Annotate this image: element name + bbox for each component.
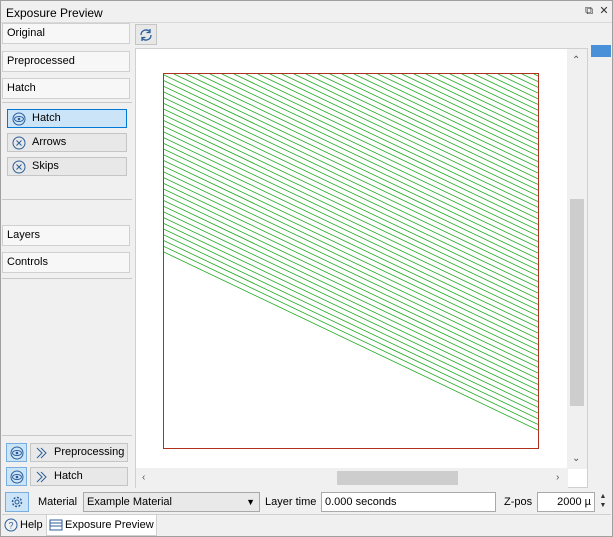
circle-x-icon (12, 136, 26, 150)
eye-icon (12, 112, 26, 126)
material-label: Material (38, 496, 78, 508)
spin-up-icon[interactable]: ▲ (596, 492, 610, 501)
hatch-layer-button[interactable]: Hatch (30, 467, 128, 486)
hatch-line (437, 74, 538, 123)
status-bar: Material Example Material ▼ Layer time 0… (2, 490, 611, 514)
divider (2, 435, 132, 436)
close-icon[interactable]: ✕ (597, 4, 611, 18)
circle-x-icon (12, 160, 26, 174)
tab-exposure-preview[interactable]: Exposure Preview (46, 515, 157, 536)
hatch-line (509, 74, 538, 88)
zpos-field[interactable]: 2000 µ (537, 492, 595, 512)
tab-exposure-preview-label: Exposure Preview (65, 519, 154, 531)
list-icon (49, 519, 63, 531)
eye-icon (10, 470, 24, 484)
arrows-toggle-button[interactable]: Arrows (7, 133, 127, 152)
refresh-button[interactable] (135, 24, 157, 45)
hatch-line (533, 74, 538, 77)
preprocessing-label: Preprocessing (54, 446, 125, 458)
tab-help-label: Help (20, 519, 43, 531)
scroll-left-icon[interactable]: ‹ (142, 472, 145, 484)
skips-toggle-button[interactable]: Skips (7, 157, 127, 176)
window-title: Exposure Preview (6, 6, 103, 20)
hatch-toggle-button[interactable]: Hatch (7, 109, 127, 128)
outer-scroll-thumb[interactable] (591, 45, 611, 57)
hatch-line (293, 74, 538, 191)
scroll-down-icon[interactable]: ⌄ (572, 453, 580, 465)
spin-down-icon[interactable]: ▼ (596, 501, 610, 510)
title-bar: Exposure Preview ⧉ ✕ (1, 1, 612, 23)
eye-icon (10, 446, 24, 460)
dock-tabs: ? Help Exposure Preview (2, 514, 611, 536)
scroll-up-icon[interactable]: ⌃ (572, 55, 580, 67)
layer-time-value: 0.000 seconds (325, 496, 397, 508)
vertical-scrollbar[interactable]: ⌃ ⌄ (567, 49, 587, 469)
zpos-label: Z-pos (504, 496, 533, 508)
zpos-spinner[interactable]: ▲ ▼ (596, 492, 610, 512)
hatch-visibility-button[interactable] (6, 467, 27, 486)
group-layers-button[interactable]: Layers (2, 225, 130, 246)
divider (2, 102, 132, 103)
outer-scrollbar[interactable] (589, 45, 611, 515)
hatch-row: Hatch (6, 467, 128, 486)
chevron-down-icon: ▼ (246, 497, 255, 507)
group-preprocessed-button[interactable]: Preprocessed (2, 51, 130, 72)
preprocessing-visibility-button[interactable] (6, 443, 27, 462)
refresh-icon (140, 29, 152, 41)
hatch-line (269, 74, 538, 203)
preprocessing-button[interactable]: Preprocessing (30, 443, 128, 462)
group-hatch-button[interactable]: Hatch (2, 78, 130, 99)
preprocessing-row: Preprocessing (6, 443, 128, 462)
layer-time-field[interactable]: 0.000 seconds (321, 492, 496, 512)
hatch-toggle-label: Hatch (32, 112, 61, 124)
hatch-line (461, 74, 538, 111)
hatch-line (197, 74, 538, 237)
horizontal-scrollbar[interactable]: ‹ › (136, 468, 568, 488)
hatch-layer-label: Hatch (54, 470, 83, 482)
layer-time-label: Layer time (265, 496, 317, 508)
play-icon (36, 471, 47, 483)
scroll-right-icon[interactable]: › (556, 472, 559, 484)
group-original-button[interactable]: Original (2, 23, 130, 44)
arrows-toggle-label: Arrows (32, 136, 67, 148)
material-value: Example Material (87, 496, 172, 508)
help-icon: ? (4, 518, 18, 532)
zpos-value: 2000 µ (557, 496, 591, 508)
gear-icon (11, 496, 23, 508)
exposure-preview-window: Exposure Preview ⧉ ✕ Original Preprocess… (0, 0, 613, 537)
horizontal-scroll-thumb[interactable] (337, 471, 458, 485)
play-icon (36, 447, 47, 459)
hatch-line (365, 74, 538, 157)
hatch-preview (163, 73, 539, 449)
hatch-line (221, 74, 538, 225)
layer-panel: Original Preprocessed Hatch Hatch Arrows (2, 23, 132, 489)
tab-help[interactable]: ? Help (2, 515, 46, 536)
settings-button[interactable] (5, 492, 29, 512)
svg-text:?: ? (8, 521, 13, 531)
preview-viewport[interactable] (135, 48, 588, 488)
divider (2, 278, 132, 279)
divider (2, 199, 132, 200)
group-controls-button[interactable]: Controls (2, 252, 130, 273)
vertical-scroll-thumb[interactable] (570, 199, 584, 406)
hatch-lines (164, 74, 538, 431)
material-select[interactable]: Example Material ▼ (83, 492, 260, 512)
float-icon[interactable]: ⧉ (582, 4, 596, 18)
skips-toggle-label: Skips (32, 160, 59, 172)
